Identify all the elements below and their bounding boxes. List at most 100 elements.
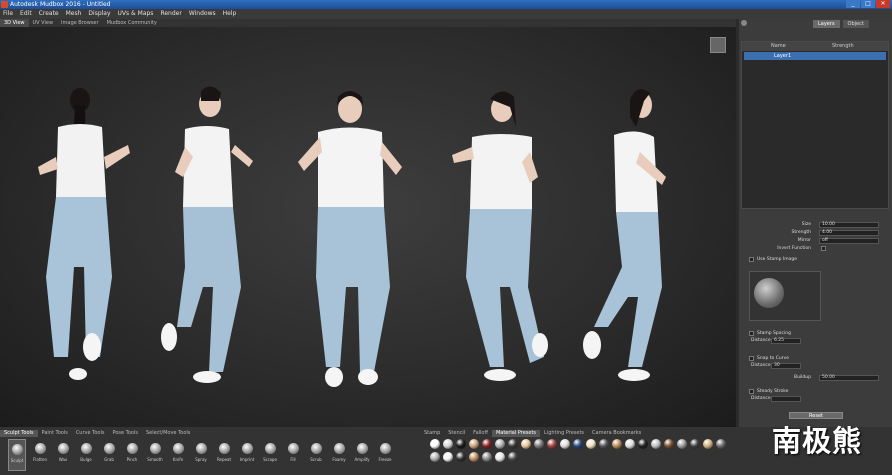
material-preset-swatch[interactable]: [716, 439, 726, 449]
tool-wax-button[interactable]: Wax: [54, 439, 72, 471]
tool-amplify-button[interactable]: Amplify: [353, 439, 371, 471]
steady-stroke-checkbox[interactable]: [749, 389, 754, 394]
stamp-spacing-checkbox[interactable]: [749, 331, 754, 336]
snap-curve-row: Snap to Curve: [741, 356, 887, 362]
tool-pinch-button[interactable]: Pinch: [123, 439, 141, 471]
tab-image-browser[interactable]: Image Browser: [57, 19, 103, 27]
tab-3d-view[interactable]: 3D View: [0, 19, 29, 27]
material-preset-swatch[interactable]: [586, 439, 596, 449]
tab-pose-tools[interactable]: Pose Tools: [108, 430, 141, 437]
tool-imprint-button[interactable]: Imprint: [238, 439, 256, 471]
watermark: 南极熊: [772, 424, 863, 458]
tool-knife-button[interactable]: Knife: [169, 439, 187, 471]
tab-object[interactable]: Object: [842, 20, 869, 28]
3d-viewport[interactable]: [0, 27, 736, 427]
tab-curve-tools[interactable]: Curve Tools: [72, 430, 109, 437]
buildup-field[interactable]: 50.00: [819, 375, 879, 381]
strength-field[interactable]: 4.00: [819, 230, 879, 236]
material-preset-swatch[interactable]: [651, 439, 661, 449]
tab-lighting-presets[interactable]: Lighting Presets: [540, 430, 588, 437]
material-preset-swatch[interactable]: [482, 452, 492, 462]
material-preset-swatch[interactable]: [469, 452, 479, 462]
tool-scrub-button[interactable]: Scrub: [307, 439, 325, 471]
stamp-image-label: Use Stamp Image: [757, 257, 797, 262]
material-preset-swatch[interactable]: [456, 439, 466, 449]
tab-stamp[interactable]: Stamp: [420, 430, 444, 437]
tab-camera-bookmarks[interactable]: Camera Bookmarks: [588, 430, 645, 437]
figure-3: [298, 91, 402, 387]
tool-smooth-button[interactable]: Smooth: [146, 439, 164, 471]
steady-distance-field[interactable]: [771, 396, 801, 402]
menu-render[interactable]: Render: [160, 9, 181, 19]
tool-sculpt-button[interactable]: Sculpt: [8, 439, 26, 471]
tool-bulge-button[interactable]: Bulge: [77, 439, 95, 471]
material-preset-swatch[interactable]: [599, 439, 609, 449]
invert-checkbox[interactable]: [821, 246, 826, 251]
material-preset-swatch[interactable]: [638, 439, 648, 449]
tab-paint-tools[interactable]: Paint Tools: [38, 430, 72, 437]
material-preset-swatch[interactable]: [430, 452, 440, 462]
material-preset-swatch[interactable]: [521, 439, 531, 449]
material-preset-swatch[interactable]: [508, 439, 518, 449]
menu-display[interactable]: Display: [88, 9, 110, 19]
distance-field[interactable]: 6.25: [771, 338, 801, 344]
menu-windows[interactable]: Windows: [189, 9, 216, 19]
tool-freeze-button[interactable]: Freeze: [376, 439, 394, 471]
snap-distance-field[interactable]: 30: [771, 363, 801, 369]
material-preset-swatch[interactable]: [677, 439, 687, 449]
stamp-spacing-label: Stamp Spacing: [757, 331, 791, 336]
tool-grab-button[interactable]: Grab: [100, 439, 118, 471]
close-button[interactable]: ✕: [876, 0, 890, 8]
material-preset-swatch[interactable]: [547, 439, 557, 449]
material-preset-swatch[interactable]: [495, 452, 505, 462]
tab-material-presets[interactable]: Material Presets: [491, 430, 541, 437]
stamp-preview[interactable]: [749, 271, 821, 321]
buildup-label: Buildup: [793, 375, 811, 380]
menu-edit[interactable]: Edit: [20, 9, 32, 19]
material-preset-swatch[interactable]: [560, 439, 570, 449]
material-preset-swatch[interactable]: [456, 452, 466, 462]
material-preset-swatch[interactable]: [625, 439, 635, 449]
tab-community[interactable]: Mudbox Community: [103, 19, 161, 27]
gear-icon[interactable]: [741, 20, 747, 26]
tool-fill-button[interactable]: Fill: [284, 439, 302, 471]
size-field[interactable]: 10.00: [819, 222, 879, 228]
menu-help[interactable]: Help: [223, 9, 237, 19]
material-preset-swatch[interactable]: [495, 439, 505, 449]
material-preset-swatch[interactable]: [612, 439, 622, 449]
tab-layers[interactable]: Layers: [813, 20, 840, 28]
mirror-select[interactable]: off: [819, 238, 879, 244]
material-preset-swatch[interactable]: [508, 452, 518, 462]
material-preset-swatch[interactable]: [690, 439, 700, 449]
minimize-button[interactable]: _: [846, 0, 860, 8]
tab-falloff[interactable]: Falloff: [469, 430, 492, 437]
tool-label: Freeze: [378, 457, 392, 462]
tab-stencil[interactable]: Stencil: [444, 430, 469, 437]
tab-select-move-tools[interactable]: Select/Move Tools: [142, 430, 194, 437]
maximize-button[interactable]: □: [861, 0, 875, 8]
material-preset-swatch[interactable]: [443, 439, 453, 449]
menu-file[interactable]: File: [3, 9, 13, 19]
material-preset-swatch[interactable]: [469, 439, 479, 449]
material-preset-swatch[interactable]: [482, 439, 492, 449]
snap-curve-checkbox[interactable]: [749, 356, 754, 361]
stamp-image-checkbox[interactable]: [749, 257, 754, 262]
menu-create[interactable]: Create: [39, 9, 59, 19]
tool-repeat-button[interactable]: Repeat: [215, 439, 233, 471]
tool-foamy-button[interactable]: Foamy: [330, 439, 348, 471]
menu-mesh[interactable]: Mesh: [66, 9, 82, 19]
material-preset-swatch[interactable]: [430, 439, 440, 449]
layer-row[interactable]: Layer1: [744, 52, 886, 60]
material-preset-swatch[interactable]: [443, 452, 453, 462]
tool-flatten-button[interactable]: Flatten: [31, 439, 49, 471]
material-preset-swatch[interactable]: [664, 439, 674, 449]
tab-sculpt-tools[interactable]: Sculpt Tools: [0, 430, 38, 437]
tool-scrape-button[interactable]: Scrape: [261, 439, 279, 471]
properties-panel: Layers Object Name Strength Layer1 Size …: [739, 19, 892, 427]
material-preset-swatch[interactable]: [703, 439, 713, 449]
tool-spray-button[interactable]: Spray: [192, 439, 210, 471]
material-preset-swatch[interactable]: [534, 439, 544, 449]
tab-uv-view[interactable]: UV View: [29, 19, 58, 27]
menu-uvs-maps[interactable]: UVs & Maps: [118, 9, 154, 19]
material-preset-swatch[interactable]: [573, 439, 583, 449]
